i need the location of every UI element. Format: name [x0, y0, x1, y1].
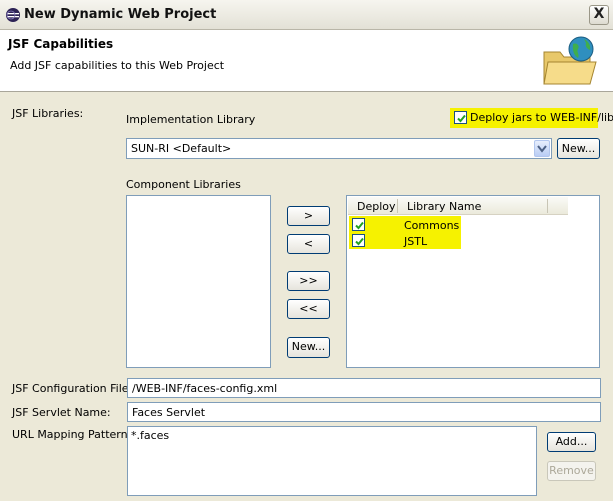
chevron-down-icon[interactable] [534, 140, 550, 157]
remove-mapping-button[interactable]: Remove [547, 461, 596, 481]
library-name-cell: Commons [404, 219, 460, 232]
remove-library-button[interactable]: < [287, 234, 330, 254]
library-name-column-header[interactable]: Library Name [407, 200, 481, 213]
servlet-name-label: JSF Servlet Name: [12, 406, 111, 419]
table-header: Deploy Library Name [348, 197, 568, 215]
title-bar: New Dynamic Web Project X [0, 0, 613, 30]
new-implementation-button[interactable]: New... [557, 138, 600, 159]
add-library-button[interactable]: > [287, 206, 330, 226]
jsf-libraries-label: JSF Libraries: [12, 107, 84, 120]
table-row[interactable]: Commons [349, 217, 461, 232]
add-mapping-button[interactable]: Add... [547, 432, 596, 452]
window-title: New Dynamic Web Project [24, 7, 217, 22]
library-name-cell: JSTL [404, 235, 428, 248]
deploy-jars-checkbox[interactable]: Deploy jars to WEB-INF/lib [450, 108, 613, 128]
deploy-column-header[interactable]: Deploy [357, 200, 396, 213]
component-libraries-label: Component Libraries [126, 178, 241, 191]
checkbox-checked-icon[interactable] [352, 218, 365, 231]
selected-libraries-table[interactable]: Deploy Library Name Commons JSTL [346, 195, 600, 368]
servlet-name-input[interactable]: Faces Servlet [127, 402, 601, 422]
folder-globe-icon [540, 34, 600, 90]
implementation-library-select[interactable]: SUN-RI <Default> [126, 138, 552, 159]
page-description: Add JSF capabilities to this Web Project [10, 59, 225, 72]
available-libraries-list[interactable] [126, 195, 271, 368]
new-component-library-button[interactable]: New... [287, 337, 330, 358]
config-file-input[interactable]: /WEB-INF/faces-config.xml [127, 378, 601, 398]
checkbox-checked-icon[interactable] [352, 234, 365, 247]
eclipse-icon [5, 7, 21, 23]
list-item[interactable]: *.faces [131, 429, 169, 442]
url-mapping-label: URL Mapping Patterns: [12, 428, 138, 441]
implementation-library-value: SUN-RI <Default> [131, 142, 232, 155]
wizard-banner: JSF Capabilities Add JSF capabilities to… [0, 30, 613, 92]
implementation-library-label: Implementation Library [126, 113, 256, 126]
table-row[interactable]: JSTL [349, 233, 461, 248]
deploy-jars-label: Deploy jars to WEB-INF/lib [470, 111, 613, 124]
config-file-label: JSF Configuration File: [12, 382, 133, 395]
add-all-libraries-button[interactable]: >> [287, 271, 330, 291]
page-title: JSF Capabilities [8, 37, 114, 51]
close-button[interactable]: X [589, 5, 609, 25]
checkbox-checked-icon [454, 111, 467, 124]
remove-all-libraries-button[interactable]: << [287, 299, 330, 319]
url-mapping-list[interactable]: *.faces [127, 426, 537, 496]
